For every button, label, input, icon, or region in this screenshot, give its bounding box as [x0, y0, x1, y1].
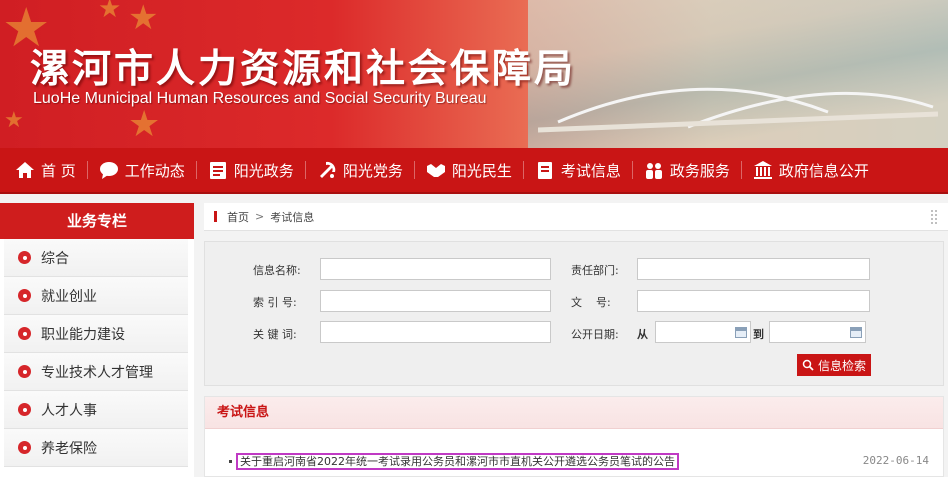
section-title: 考试信息 [205, 397, 943, 429]
bullet-icon [229, 459, 232, 463]
dept-input[interactable] [637, 258, 870, 280]
info-name-input[interactable] [320, 258, 551, 280]
chat-bubble-icon [98, 159, 120, 181]
drag-grip-icon [930, 209, 938, 225]
sidebar-item-label: 人才人事 [41, 402, 97, 419]
keyword-input[interactable] [320, 321, 551, 343]
star-decoration-icon: ★ [4, 108, 24, 133]
nav-item-work-news[interactable]: 工作动态 [86, 147, 196, 193]
date-from-label: 从 [637, 328, 648, 341]
star-decoration-icon: ★ [98, 0, 122, 24]
publish-date-label: 公开日期: [571, 328, 619, 341]
document-list-icon [207, 159, 229, 181]
nav-item-label: 阳光民生 [451, 161, 512, 180]
nav-item-home[interactable]: 首 页 [0, 147, 87, 193]
index-number-input[interactable] [320, 290, 551, 312]
news-date: 2022-06-14 [862, 454, 929, 467]
breadcrumb: 首页 > 考试信息 [204, 203, 948, 231]
sidebar-item-professional-talent[interactable]: 专业技术人才管理 [4, 353, 188, 391]
sidebar-item-employment[interactable]: 就业创业 [4, 277, 188, 315]
star-decoration-icon: ★ [128, 0, 159, 38]
breadcrumb-current: 考试信息 [270, 210, 315, 224]
search-button-label: 信息检索 [817, 358, 866, 373]
exam-paper-icon [534, 159, 556, 181]
breadcrumb-separator: > [255, 210, 265, 223]
sidebar-item-pension[interactable]: 养老保险 [4, 429, 188, 467]
people-icon [643, 159, 665, 181]
nav-item-info-disclosure[interactable]: 政府信息公开 [740, 147, 880, 193]
search-icon [802, 359, 814, 371]
government-building-icon [752, 159, 774, 181]
doc-number-input[interactable] [637, 290, 870, 312]
search-button[interactable]: 信息检索 [797, 354, 871, 376]
nav-item-label: 阳光党务 [342, 161, 403, 180]
bullet-icon [18, 251, 31, 264]
calendar-icon[interactable] [850, 327, 862, 338]
main-nav: 首 页 工作动态 阳光政务 阳光党务 阳光民生 考试信息 政务服务 政府信息公开 [0, 148, 948, 194]
star-decoration-icon: ★ [128, 104, 161, 145]
search-form: 信息名称: 责任部门: 索 引 号: 文 号: 关 键 词: 公开日期: 从 到… [204, 241, 944, 386]
nav-item-exam-info[interactable]: 考试信息 [522, 147, 632, 193]
bullet-icon [18, 403, 31, 416]
info-name-label: 信息名称: [253, 264, 301, 277]
bullet-icon [18, 289, 31, 302]
date-to-label: 到 [753, 328, 764, 341]
bullet-icon [18, 327, 31, 340]
sidebar-item-personnel[interactable]: 人才人事 [4, 391, 188, 429]
sidebar-item-label: 就业创业 [41, 288, 97, 305]
bullet-icon [18, 441, 31, 454]
nav-item-label: 政府信息公开 [778, 161, 869, 180]
nav-item-label: 考试信息 [560, 161, 621, 180]
exam-info-section: 考试信息 关于重启河南省2022年统一考试录用公务员和漯河市市直机关公开遴选公务… [204, 396, 944, 477]
party-emblem-icon [316, 159, 338, 181]
keyword-label: 关 键 词: [253, 328, 297, 341]
doc-number-label: 文 号: [571, 296, 611, 309]
nav-item-label: 政务服务 [669, 161, 730, 180]
sidebar-item-label: 专业技术人才管理 [41, 364, 153, 381]
nav-item-livelihood[interactable]: 阳光民生 [413, 147, 523, 193]
sidebar-item-label: 综合 [41, 250, 69, 267]
home-icon [14, 159, 36, 181]
nav-item-label: 工作动态 [124, 161, 185, 180]
sidebar-item-vocational-skills[interactable]: 职业能力建设 [4, 315, 188, 353]
nav-item-party-affairs[interactable]: 阳光党务 [304, 147, 414, 193]
news-title-link[interactable]: 关于重启河南省2022年统一考试录用公务员和漯河市市直机关公开遴选公务员笔试的公… [236, 452, 679, 470]
sidebar-item-general[interactable]: 综合 [4, 239, 188, 277]
handshake-icon [425, 159, 447, 181]
nav-item-sunshine-government[interactable]: 阳光政务 [195, 147, 305, 193]
index-number-label: 索 引 号: [253, 296, 297, 309]
sidebar-item-label: 职业能力建设 [41, 326, 125, 343]
list-item: 关于重启河南省2022年统一考试录用公务员和漯河市市直机关公开遴选公务员笔试的公… [229, 452, 929, 470]
nav-item-government-services[interactable]: 政务服务 [631, 147, 741, 193]
calendar-icon[interactable] [735, 327, 747, 338]
site-title: 漯河市人力资源和社会保障局 [30, 47, 577, 92]
nav-item-label: 首 页 [41, 161, 76, 180]
bridge-illustration [538, 87, 938, 133]
site-subtitle: LuoHe Municipal Human Resources and Soci… [33, 90, 487, 107]
breadcrumb-home-link[interactable]: 首页 [227, 209, 249, 225]
sidebar-title: 业务专栏 [0, 203, 194, 239]
business-sidebar: 业务专栏 综合 就业创业 职业能力建设 专业技术人才管理 人才人事 养老保险 [0, 203, 194, 477]
site-banner: ★ ★ ★ ★ ★ 漯河市人力资源和社会保障局 LuoHe Municipal … [0, 0, 948, 148]
sidebar-item-label: 养老保险 [41, 440, 97, 457]
nav-item-label: 阳光政务 [233, 161, 294, 180]
bullet-icon [18, 365, 31, 378]
dept-label: 责任部门: [571, 264, 619, 277]
breadcrumb-marker [214, 211, 217, 222]
